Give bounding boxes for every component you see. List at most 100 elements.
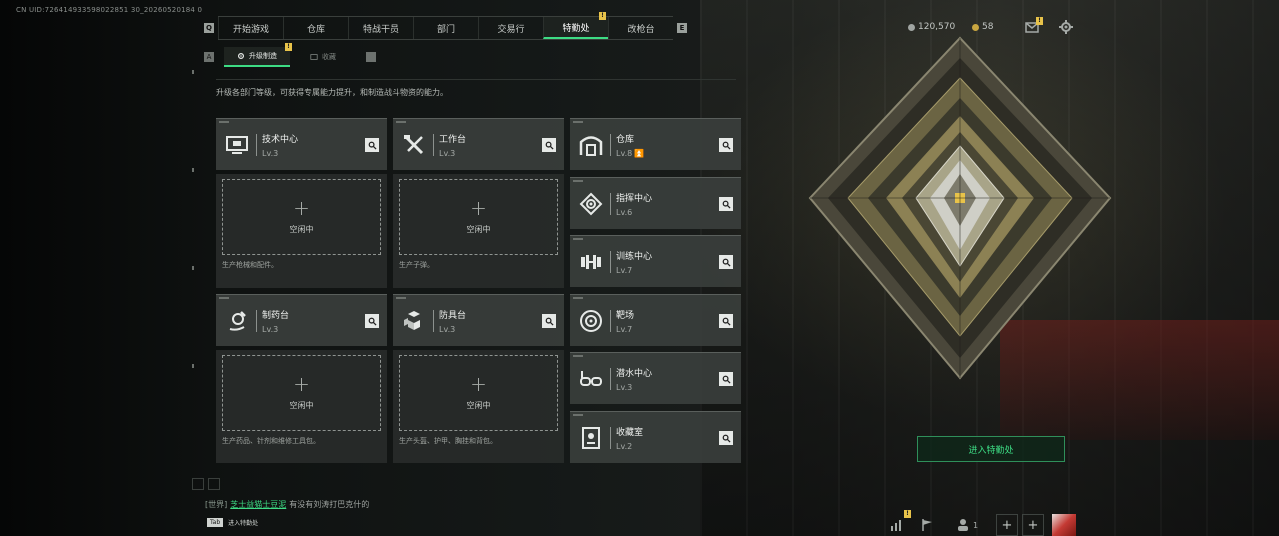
card-level: Lv.3 — [616, 383, 633, 392]
sub-nav: A 升级制造 ! 收藏 — [200, 43, 376, 67]
monitor-icon — [224, 132, 250, 158]
tools-icon — [401, 132, 427, 158]
side-marker — [192, 70, 194, 74]
subnav-next-key[interactable] — [366, 52, 376, 62]
magnifier-icon[interactable] — [719, 314, 733, 328]
tab-key: Tab — [207, 518, 224, 527]
slot-description: 生产枪械和配件。 — [222, 261, 278, 269]
slot-status: 空闲中 — [289, 401, 314, 410]
friends-button[interactable]: 1 — [952, 514, 982, 536]
card-name: 仓库 — [616, 135, 635, 145]
card-level: Lv.7 — [616, 266, 633, 275]
card-level: Lv.3 — [439, 149, 456, 158]
card-name: 制药台 — [262, 311, 290, 321]
card-tech-center[interactable]: 技术中心 Lv.3 — [216, 118, 387, 170]
subtab-collection[interactable]: 收藏 — [290, 47, 356, 67]
tab-department[interactable]: 部门 — [413, 17, 478, 39]
magnifier-icon[interactable] — [542, 314, 556, 328]
magnifier-icon[interactable] — [719, 372, 733, 386]
warehouse-icon — [578, 132, 604, 158]
chat-user[interactable]: 芝士益猫士豆泥 — [230, 500, 286, 509]
tab-start-game[interactable]: 开始游戏 — [218, 17, 283, 39]
plus-icon: + — [293, 196, 310, 220]
card-name: 训练中心 — [616, 252, 653, 262]
card-diving-center[interactable]: 潜水中心 Lv.3 — [570, 352, 741, 404]
notification-badge: ! — [904, 510, 911, 518]
tab-special-ops[interactable]: 特勤处! — [543, 12, 608, 39]
card-level: Lv.3 — [262, 149, 279, 158]
enter-special-ops-button[interactable]: 进入特勤处 — [917, 436, 1065, 462]
card-pharmacy[interactable]: 制药台 Lv.3 — [216, 294, 387, 346]
plus-icon: + — [293, 372, 310, 396]
card-name: 工作台 — [439, 135, 467, 145]
card-training-center[interactable]: 训练中心 Lv.7 — [570, 235, 741, 287]
gem-counter: 58 — [972, 22, 993, 32]
card-level: Lv.2 — [616, 442, 633, 451]
chat-message: 有没有刘涛打巴克什的 — [289, 500, 370, 509]
slot-description: 生产药品、针剂和维修工具包。 — [222, 437, 320, 445]
chat-line[interactable]: [世界] 芝士益猫士豆泥 有没有刘涛打巴克什的 — [205, 499, 369, 510]
magnifier-icon[interactable] — [542, 138, 556, 152]
card-name: 靶场 — [616, 311, 635, 321]
card-level: Lv.3 — [439, 325, 456, 334]
divider — [216, 79, 736, 80]
tab-warehouse[interactable]: 仓库 — [283, 17, 348, 39]
card-level: Lv.3 — [262, 325, 279, 334]
card-warehouse[interactable]: 仓库 Lv.8 ⏫ — [570, 118, 741, 170]
tab-hint[interactable]: Tab 进入特勤处 — [207, 518, 258, 527]
gear-icon[interactable] — [1058, 19, 1074, 35]
slot-status: 空闲中 — [466, 225, 491, 234]
card-shooting-range[interactable]: 靶场 Lv.7 — [570, 294, 741, 346]
card-name: 潜水中心 — [616, 369, 653, 379]
tab-gunsmith[interactable]: 改枪台 — [608, 17, 673, 39]
diving-mask-icon — [578, 366, 604, 392]
plus-icon: + — [470, 196, 487, 220]
dumbbell-icon — [578, 249, 604, 275]
card-level: Lv.6 — [616, 208, 633, 217]
chip-icon — [578, 191, 604, 217]
production-slot-panel: + 空闲中 生产枪械和配件。 — [216, 174, 387, 288]
nav-next-key[interactable]: E — [673, 16, 691, 40]
magnifier-icon[interactable] — [719, 431, 733, 445]
card-level: Lv.8 ⏫ — [616, 149, 645, 158]
production-slot-panel: + 空闲中 生产头盔、护甲、胸挂和背包。 — [393, 350, 564, 463]
page-description: 升级各部门等级，可获得专属能力提升，和制造战斗物资的能力。 — [216, 88, 448, 97]
tab-trading[interactable]: 交易行 — [478, 17, 543, 39]
flag-icon[interactable] — [918, 514, 936, 536]
magnifier-icon[interactable] — [719, 255, 733, 269]
production-slot-panel: + 空闲中 生产药品、针剂和维修工具包。 — [216, 350, 387, 463]
empty-slot[interactable]: + 空闲中 — [222, 179, 381, 255]
add-button[interactable]: + — [996, 514, 1018, 536]
magnifier-icon[interactable] — [719, 197, 733, 211]
magnifier-icon[interactable] — [719, 138, 733, 152]
empty-slot[interactable]: + 空闲中 — [399, 179, 558, 255]
subtab-upgrade-craft[interactable]: 升级制造 ! — [224, 43, 292, 67]
coin-counter: 120,570 — [908, 22, 955, 32]
gear-icon — [238, 53, 244, 59]
slot-description: 生产子弹。 — [399, 261, 434, 269]
card-collection-room[interactable]: 收藏室 Lv.2 — [570, 411, 741, 463]
subnav-prev-key[interactable]: A — [204, 52, 214, 62]
avatar[interactable] — [1052, 514, 1076, 536]
coin-icon — [908, 23, 915, 31]
add-friend-button[interactable]: + — [1022, 514, 1044, 536]
card-armor-bench[interactable]: 防具台 Lv.3 — [393, 294, 564, 346]
magnifier-icon[interactable] — [365, 314, 379, 328]
armor-blocks-icon — [401, 308, 427, 334]
magnifier-icon[interactable] — [365, 138, 379, 152]
nav-prev-key[interactable]: Q — [200, 16, 218, 40]
card-workbench[interactable]: 工作台 Lv.3 — [393, 118, 564, 170]
notification-badge: ! — [1036, 17, 1043, 25]
side-marker — [192, 364, 194, 368]
empty-slot[interactable]: + 空闲中 — [222, 355, 381, 431]
frame-corner — [192, 478, 204, 490]
card-name: 防具台 — [439, 311, 467, 321]
target-icon — [578, 308, 604, 334]
frame-corner — [208, 478, 220, 490]
upgrade-arrow-icon: ⏫ — [634, 149, 645, 158]
card-command-center[interactable]: 指挥中心 Lv.6 — [570, 177, 741, 229]
side-marker — [192, 168, 194, 172]
tab-operators[interactable]: 特战干员 — [348, 17, 413, 39]
empty-slot[interactable]: + 空闲中 — [399, 355, 558, 431]
collection-icon — [310, 54, 318, 60]
